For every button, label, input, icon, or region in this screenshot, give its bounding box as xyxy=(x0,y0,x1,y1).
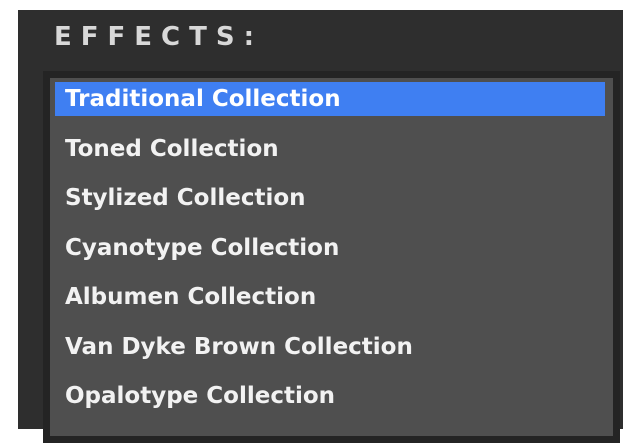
list-item-stylized-collection[interactable]: Stylized Collection xyxy=(55,181,605,231)
list-item-label: Traditional Collection xyxy=(55,82,605,116)
list-item-traditional-collection[interactable]: Traditional Collection xyxy=(55,82,605,132)
list-item-label: Toned Collection xyxy=(65,135,279,162)
list-item-cyanotype-collection[interactable]: Cyanotype Collection xyxy=(55,231,605,281)
list-item-opalotype-collection[interactable]: Opalotype Collection xyxy=(55,379,605,429)
list-item-albumen-collection[interactable]: Albumen Collection xyxy=(55,280,605,330)
list-item-label: Opalotype Collection xyxy=(65,383,336,409)
list-item-label: Van Dyke Brown Collection xyxy=(65,333,413,360)
effects-panel: EFFECTS: Traditional Collection Toned Co… xyxy=(18,10,623,443)
list-item-label: Stylized Collection xyxy=(65,185,306,211)
panel-title: EFFECTS: xyxy=(54,22,263,52)
effects-list-box[interactable]: Traditional Collection Toned Collection … xyxy=(43,71,620,443)
list-item-label: Cyanotype Collection xyxy=(65,234,340,261)
list-item-van-dyke-brown-collection[interactable]: Van Dyke Brown Collection xyxy=(55,330,605,380)
list-item-toned-collection[interactable]: Toned Collection xyxy=(55,132,605,182)
effects-list: Traditional Collection Toned Collection … xyxy=(55,82,605,429)
list-item-label: Albumen Collection xyxy=(65,284,317,310)
